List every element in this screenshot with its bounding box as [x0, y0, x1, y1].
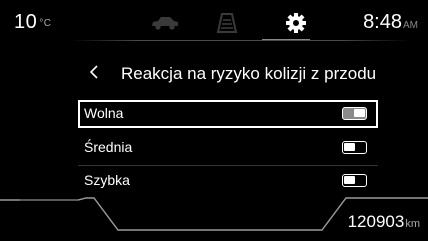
option-srednia[interactable]: Średnia	[78, 134, 378, 166]
toggle-knob	[344, 143, 355, 151]
chevron-left-icon[interactable]	[86, 62, 102, 82]
odometer: 120903km	[348, 212, 420, 232]
car-icon[interactable]	[150, 12, 180, 34]
instrument-cluster-screen: 10 °C 8:48AM Reakcja na ryzyko kolizji z…	[0, 0, 428, 241]
clock: 8:48AM	[363, 11, 418, 34]
odometer-unit: km	[405, 218, 420, 230]
toggle-switch-off[interactable]	[342, 141, 367, 154]
option-label: Wolna	[84, 105, 124, 121]
temperature-value: 10	[14, 11, 38, 33]
outside-temperature: 10 °C	[14, 11, 51, 34]
header-divider	[70, 40, 410, 41]
road-lanes-icon[interactable]	[212, 12, 242, 34]
toggle-knob	[344, 176, 355, 184]
toggle-knob	[354, 109, 365, 117]
clock-period: AM	[403, 20, 418, 31]
option-wolna[interactable]: Wolna	[78, 100, 378, 128]
temperature-unit: °C	[39, 18, 52, 29]
page-title: Reakcja na ryzyko kolizji z przodu	[121, 64, 377, 83]
clock-time: 8:48	[363, 11, 402, 33]
option-label: Średnia	[84, 139, 133, 155]
list-divider	[78, 165, 378, 166]
odometer-value: 120903	[347, 212, 405, 231]
toggle-switch-on[interactable]	[342, 107, 367, 120]
gear-icon[interactable]	[281, 12, 311, 34]
